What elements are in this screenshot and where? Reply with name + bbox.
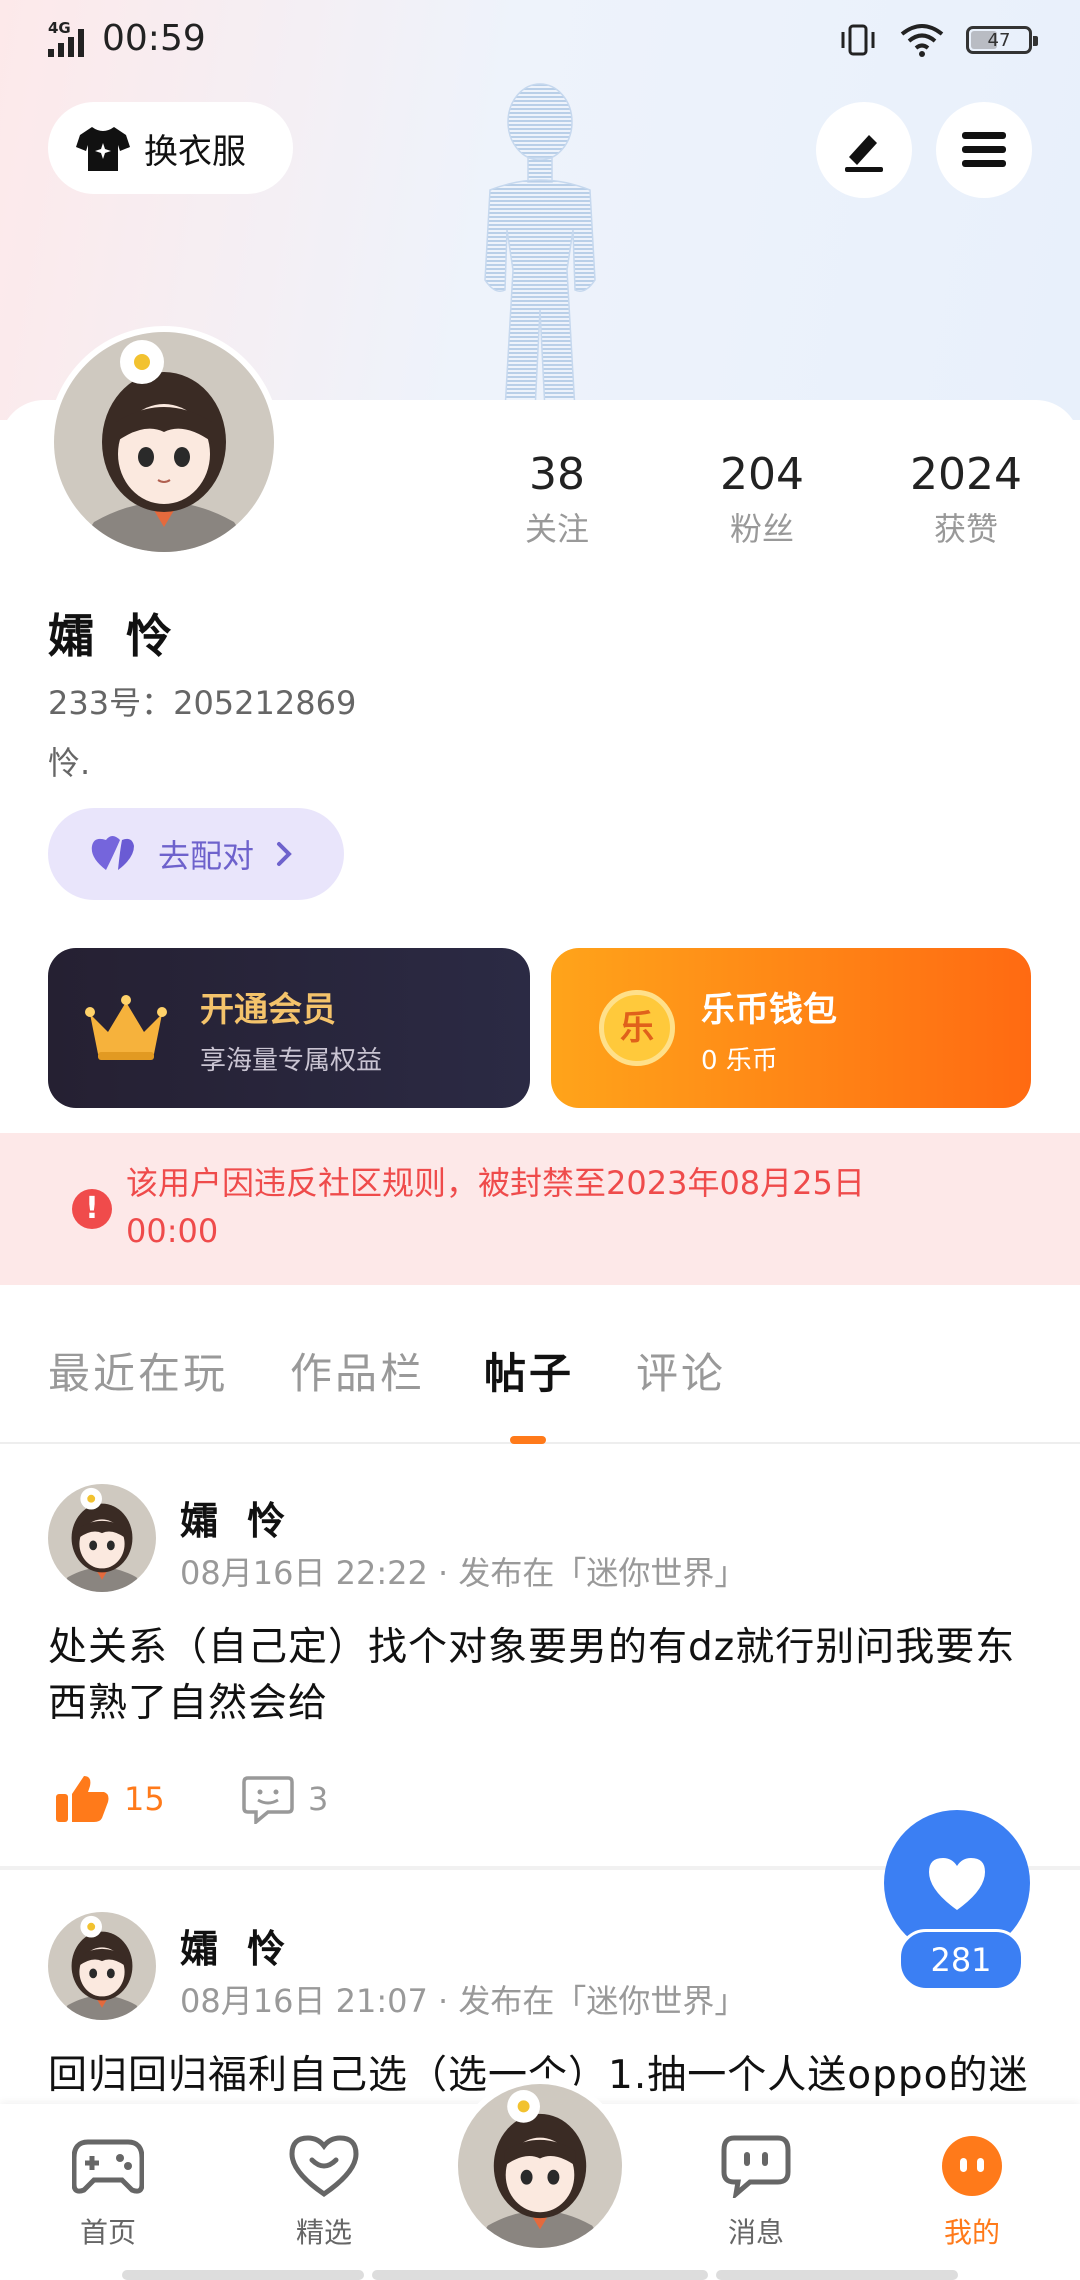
heart-icon (929, 1858, 985, 1910)
avatar-illustration (48, 1912, 156, 2020)
profile-name: 孀 怜 (48, 609, 181, 663)
gamepad-icon (71, 2139, 145, 2194)
coin-icon: 乐 (599, 990, 675, 1066)
menu-button[interactable] (936, 102, 1032, 198)
match-button[interactable]: 去配对 (48, 808, 344, 900)
nav-me[interactable]: 我的 (902, 2134, 1042, 2251)
nav-label: 首页 (79, 2216, 136, 2249)
edit-button[interactable] (816, 102, 912, 198)
post-avatar[interactable] (48, 1912, 156, 2020)
post-author: 孀 怜 (180, 1499, 294, 1543)
profile-bio: 怜. (48, 744, 91, 782)
like-button[interactable]: 15 (54, 1774, 165, 1824)
stat-value: 204 (720, 449, 804, 500)
stat-following[interactable]: 38 关注 (457, 450, 657, 550)
change-outfit-label: 换衣服 (144, 131, 246, 172)
profile-avatar[interactable] (48, 326, 280, 558)
tab-works[interactable]: 作品栏 (290, 1340, 425, 1401)
nav-avatar-center[interactable] (452, 2078, 628, 2254)
like-count: 15 (124, 1780, 165, 1818)
stat-label: 获赞 (933, 510, 998, 548)
vibrate-icon (841, 24, 875, 56)
wifi-icon (900, 24, 944, 57)
stat-label: 粉丝 (729, 510, 794, 548)
post-meta: 08月16日 21:07 · 发布在「迷你世界」 (180, 1982, 747, 2020)
avatar-illustration (458, 2084, 622, 2248)
menu-icon (962, 132, 1006, 167)
comment-button[interactable]: 3 (242, 1774, 328, 1824)
vip-title: 开通会员 (200, 990, 336, 1030)
stat-label: 关注 (524, 510, 589, 548)
dressup-figure[interactable] (445, 80, 635, 410)
thumbs-up-icon (56, 1776, 109, 1822)
chevron-right-icon (277, 842, 292, 866)
match-label: 去配对 (158, 837, 255, 875)
shirt-icon (76, 127, 130, 171)
nav-label: 我的 (943, 2216, 1000, 2249)
change-outfit-button[interactable]: 换衣服 (48, 102, 293, 194)
post-avatar[interactable] (48, 1484, 156, 1592)
profile-face-icon (942, 2136, 1002, 2196)
status-time: 00:59 (102, 18, 206, 59)
ban-text: 该用户因违反社区规则，被封禁至2023年08月25日 00:00 (126, 1164, 865, 1250)
wallet-balance: 0 乐币 (701, 1046, 778, 1076)
battery-icon: 47 (966, 26, 1038, 54)
system-nav-bar (122, 2270, 364, 2280)
nav-featured[interactable]: 精选 (254, 2134, 394, 2251)
system-nav-bar (716, 2270, 958, 2280)
pen-icon (845, 135, 883, 172)
profile-tabs: 最近在玩 作品栏 帖子 评论 (0, 1340, 1080, 1444)
status-bar: 4G 00:59 47 (0, 0, 1080, 80)
post-text: 处关系（自己定）找个对象要男的有dz就行别问我要东西熟了自然会给 (48, 1625, 1016, 1726)
stat-value: 38 (529, 449, 585, 500)
comment-count: 3 (308, 1780, 329, 1818)
avatar-illustration (48, 1484, 156, 1592)
tab-posts[interactable]: 帖子 (484, 1340, 574, 1401)
stat-likes[interactable]: 2024 获赞 (866, 450, 1066, 550)
warning-icon: ! (72, 1189, 112, 1229)
double-heart-icon (91, 836, 134, 870)
comment-icon (242, 1776, 294, 1824)
stat-followers[interactable]: 204 粉丝 (662, 450, 862, 550)
wallet-card[interactable]: 乐 乐币钱包 0 乐币 (551, 948, 1031, 1108)
like-fab-count: 281 (898, 1929, 1024, 1991)
nav-label: 精选 (295, 2216, 352, 2249)
ban-notice: ! 该用户因违反社区规则，被封禁至2023年08月25日 00:00 (0, 1133, 1080, 1285)
profile-uid[interactable]: 233号：205212869 (48, 678, 356, 724)
signal-icon: 4G (48, 19, 84, 57)
vip-card[interactable]: 开通会员 享海量专属权益 (48, 948, 530, 1108)
bottom-navigation: 首页 精选 消息 我的 (0, 2078, 1080, 2280)
vip-subtitle: 享海量专属权益 (200, 1046, 383, 1076)
wallet-title: 乐币钱包 (701, 990, 837, 1030)
post-meta: 08月16日 22:22 · 发布在「迷你世界」 (180, 1554, 747, 1592)
chat-bubble-icon (721, 2135, 791, 2201)
tab-indicator (510, 1436, 546, 1444)
tab-comments[interactable]: 评论 (636, 1340, 726, 1401)
system-nav-bar (372, 2270, 708, 2280)
heart-chat-icon (289, 2135, 359, 2198)
stat-value: 2024 (910, 449, 1022, 500)
avatar-illustration (54, 332, 274, 552)
battery-percent: 47 (987, 29, 1011, 51)
crown-icon (85, 995, 167, 1060)
nav-label: 消息 (727, 2216, 784, 2249)
nav-messages[interactable]: 消息 (686, 2134, 826, 2251)
network-type: 4G (48, 19, 71, 37)
nav-home[interactable]: 首页 (38, 2134, 178, 2251)
post-author: 孀 怜 (180, 1927, 294, 1971)
tab-recent[interactable]: 最近在玩 (48, 1340, 228, 1401)
